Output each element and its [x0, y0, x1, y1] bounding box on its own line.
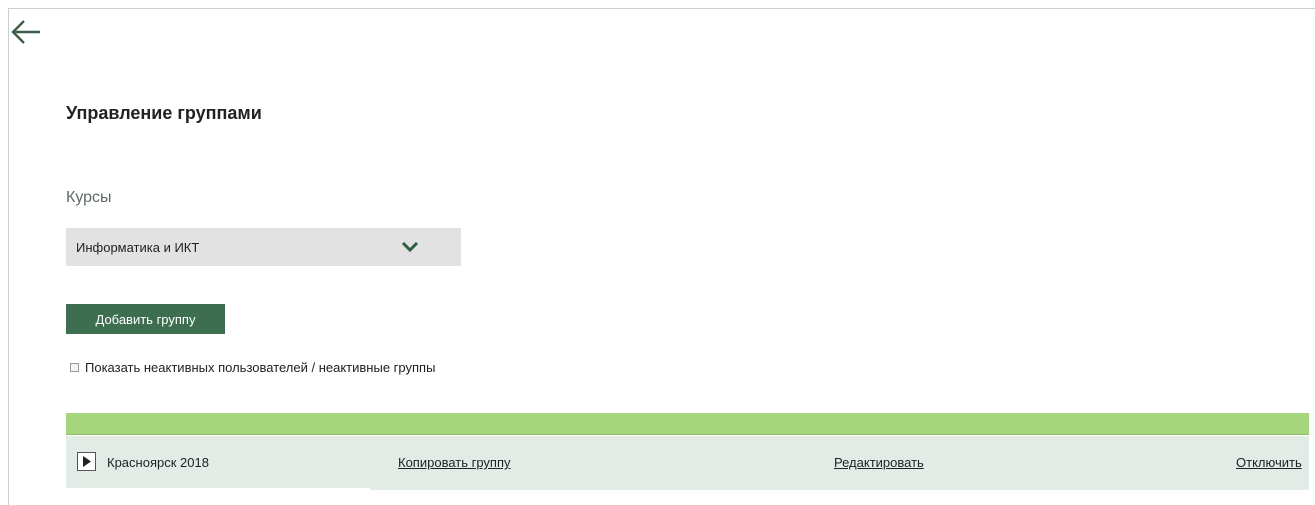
- course-select[interactable]: Информатика и ИКТ: [66, 228, 461, 266]
- disable-group-link[interactable]: Отключить: [1236, 455, 1302, 470]
- expand-group-button[interactable]: [77, 452, 96, 471]
- show-inactive-checkbox[interactable]: [70, 363, 79, 372]
- back-button[interactable]: [10, 18, 42, 46]
- add-group-button[interactable]: Добавить группу: [66, 304, 225, 334]
- chevron-down-icon: [401, 241, 419, 253]
- copy-group-link[interactable]: Копировать группу: [398, 455, 511, 470]
- show-inactive-filter: Показать неактивных пользователей / неак…: [70, 360, 435, 375]
- edit-group-link[interactable]: Редактировать: [834, 455, 924, 470]
- play-triangle-icon: [83, 456, 91, 467]
- courses-label: Курсы: [66, 189, 112, 206]
- arrow-left-icon: [11, 20, 40, 44]
- show-inactive-label: Показать неактивных пользователей / неак…: [85, 360, 436, 375]
- course-select-value: Информатика и ИКТ: [76, 239, 200, 255]
- group-row: Красноярск 2018 Копировать группу Редакт…: [66, 436, 1309, 490]
- group-name: Красноярск 2018: [107, 455, 209, 470]
- page-title: Управление группами: [66, 103, 262, 123]
- groups-table-header: [66, 413, 1309, 435]
- row-divider: [66, 488, 370, 490]
